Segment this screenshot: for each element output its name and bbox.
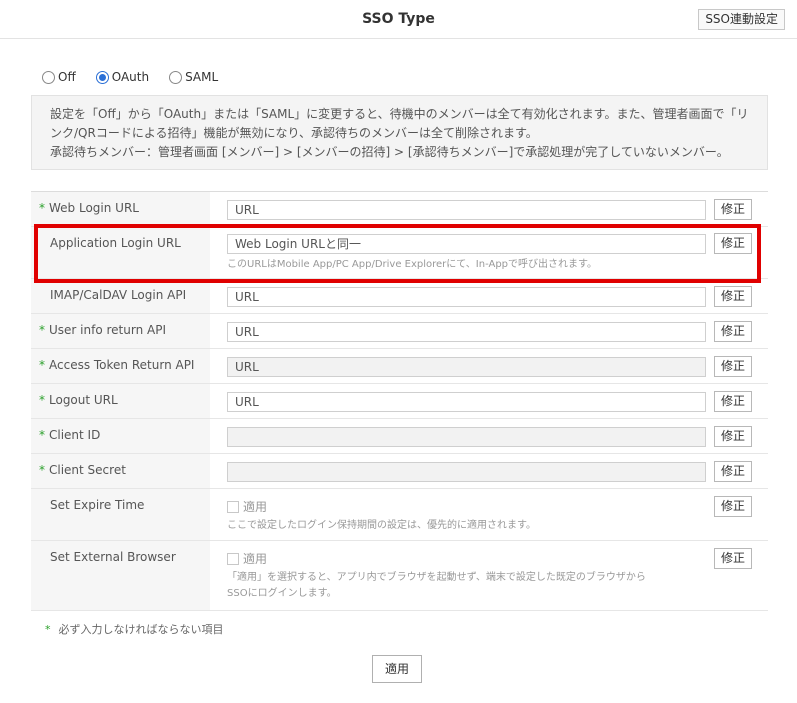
edit-button[interactable]: 修正 xyxy=(714,356,752,377)
row-client-secret: * Client Secret 修正 xyxy=(31,454,768,489)
row-application-login-url: Application Login URL Web Login URLと同一 こ… xyxy=(31,227,768,279)
imap-caldav-login-api-input[interactable]: URL xyxy=(227,287,706,307)
field-label: Application Login URL xyxy=(31,227,210,278)
header: SSO Type SSO連動設定 xyxy=(0,0,797,39)
required-mark: * xyxy=(45,623,51,636)
radio-saml[interactable]: SAML xyxy=(169,70,218,84)
field-label: Set Expire Time xyxy=(31,489,210,540)
expire-checkbox-line[interactable]: 適用 xyxy=(227,498,536,515)
edit-button[interactable]: 修正 xyxy=(714,461,752,482)
edit-button[interactable]: 修正 xyxy=(714,426,752,447)
access-token-return-api-input[interactable]: URL xyxy=(227,357,706,377)
client-id-input[interactable] xyxy=(227,427,706,447)
checkbox-label: 適用 xyxy=(243,552,268,566)
field-label: * Access Token Return API xyxy=(31,349,210,383)
field-label: * Client ID xyxy=(31,419,210,453)
checkbox-label: 適用 xyxy=(243,500,268,514)
field-label: * User info return API xyxy=(31,314,210,348)
edit-button[interactable]: 修正 xyxy=(714,548,752,569)
required-mark: * xyxy=(39,393,45,407)
radio-circle[interactable] xyxy=(95,70,109,84)
radio-label-saml: SAML xyxy=(185,70,219,84)
web-login-url-input[interactable]: URL xyxy=(227,200,706,220)
field-label: * Client Secret xyxy=(31,454,210,488)
row-user-info-return-api: * User info return API URL 修正 xyxy=(31,314,768,349)
field-label: IMAP/CalDAV Login API xyxy=(31,279,210,313)
browser-checkbox-line[interactable]: 適用 xyxy=(227,550,646,567)
application-login-url-input[interactable]: Web Login URLと同一 xyxy=(227,234,706,254)
required-mark: * xyxy=(39,463,45,477)
radio-off[interactable]: Off xyxy=(42,70,76,84)
field-label: Set External Browser xyxy=(31,541,210,610)
row-client-id: * Client ID 修正 xyxy=(31,419,768,454)
client-secret-input[interactable] xyxy=(227,462,706,482)
required-mark: * xyxy=(39,358,45,372)
field-label: * Logout URL xyxy=(31,384,210,418)
browser-checkbox[interactable] xyxy=(227,552,239,565)
sso-settings-form: * Web Login URL URL 修正 Application Login … xyxy=(31,191,768,611)
row-set-expire-time: Set Expire Time 適用 ここで設定したログイン保持期間の設定は、優… xyxy=(31,489,768,541)
field-label: * Web Login URL xyxy=(31,192,210,226)
expire-checkbox[interactable] xyxy=(227,500,239,513)
radio-oauth[interactable]: OAuth xyxy=(95,70,150,84)
edit-button[interactable]: 修正 xyxy=(714,321,752,342)
help-text: このURLはMobile App/PC App/Drive Explorerにて… xyxy=(227,259,598,270)
apply-button[interactable]: 適用 xyxy=(372,655,422,683)
required-legend: * 必ず入力しなければならない項目 xyxy=(45,621,224,637)
row-logout-url: * Logout URL URL 修正 xyxy=(31,384,768,419)
help-text: ここで設定したログイン保持期間の設定は、優先的に適用されます。 xyxy=(227,520,536,531)
sso-type-radio-group: Off OAuth SAML xyxy=(42,70,238,84)
notice-box: 設定を「Off」から「OAuth」または「SAML」に変更すると、待機中のメンバ… xyxy=(31,95,768,170)
notice-line: 設定を「Off」から「OAuth」または「SAML」に変更すると、待機中のメンバ… xyxy=(50,107,749,121)
legend-text: 必ず入力しなければならない項目 xyxy=(58,623,224,636)
edit-button[interactable]: 修正 xyxy=(714,496,752,517)
page-title: SSO Type xyxy=(362,11,435,27)
logout-url-input[interactable]: URL xyxy=(227,392,706,412)
help-text: 「適用」を選択すると、アプリ内でブラウザを起動せず、端末で設定した既定のブラウザ… xyxy=(227,572,646,599)
notice-line: ンク/QRコードによる招待」機能が無効になり、承認待ちのメンバーは全て削除されま… xyxy=(50,126,538,140)
row-web-login-url: * Web Login URL URL 修正 xyxy=(31,192,768,227)
user-info-return-api-input[interactable]: URL xyxy=(227,322,706,342)
row-set-external-browser: Set External Browser 適用 「適用」を選択すると、アプリ内で… xyxy=(31,541,768,611)
required-mark: * xyxy=(39,323,45,337)
notice-line: 承認待ちメンバー：管理者画面 [メンバー] > [メンバーの招待] > [承認待… xyxy=(50,145,729,159)
radio-circle[interactable] xyxy=(169,70,183,84)
required-mark: * xyxy=(39,201,45,215)
required-mark: * xyxy=(39,428,45,442)
row-imap-caldav-login-api: IMAP/CalDAV Login API URL 修正 xyxy=(31,279,768,314)
radio-label-off: Off xyxy=(58,70,76,84)
edit-button[interactable]: 修正 xyxy=(714,286,752,307)
edit-button[interactable]: 修正 xyxy=(714,391,752,412)
radio-label-oauth: OAuth xyxy=(111,70,150,84)
edit-button[interactable]: 修正 xyxy=(714,199,752,220)
row-access-token-return-api: * Access Token Return API URL 修正 xyxy=(31,349,768,384)
sso-link-settings-button[interactable]: SSO連動設定 xyxy=(698,9,785,30)
edit-button[interactable]: 修正 xyxy=(714,233,752,254)
radio-circle[interactable] xyxy=(42,70,55,84)
